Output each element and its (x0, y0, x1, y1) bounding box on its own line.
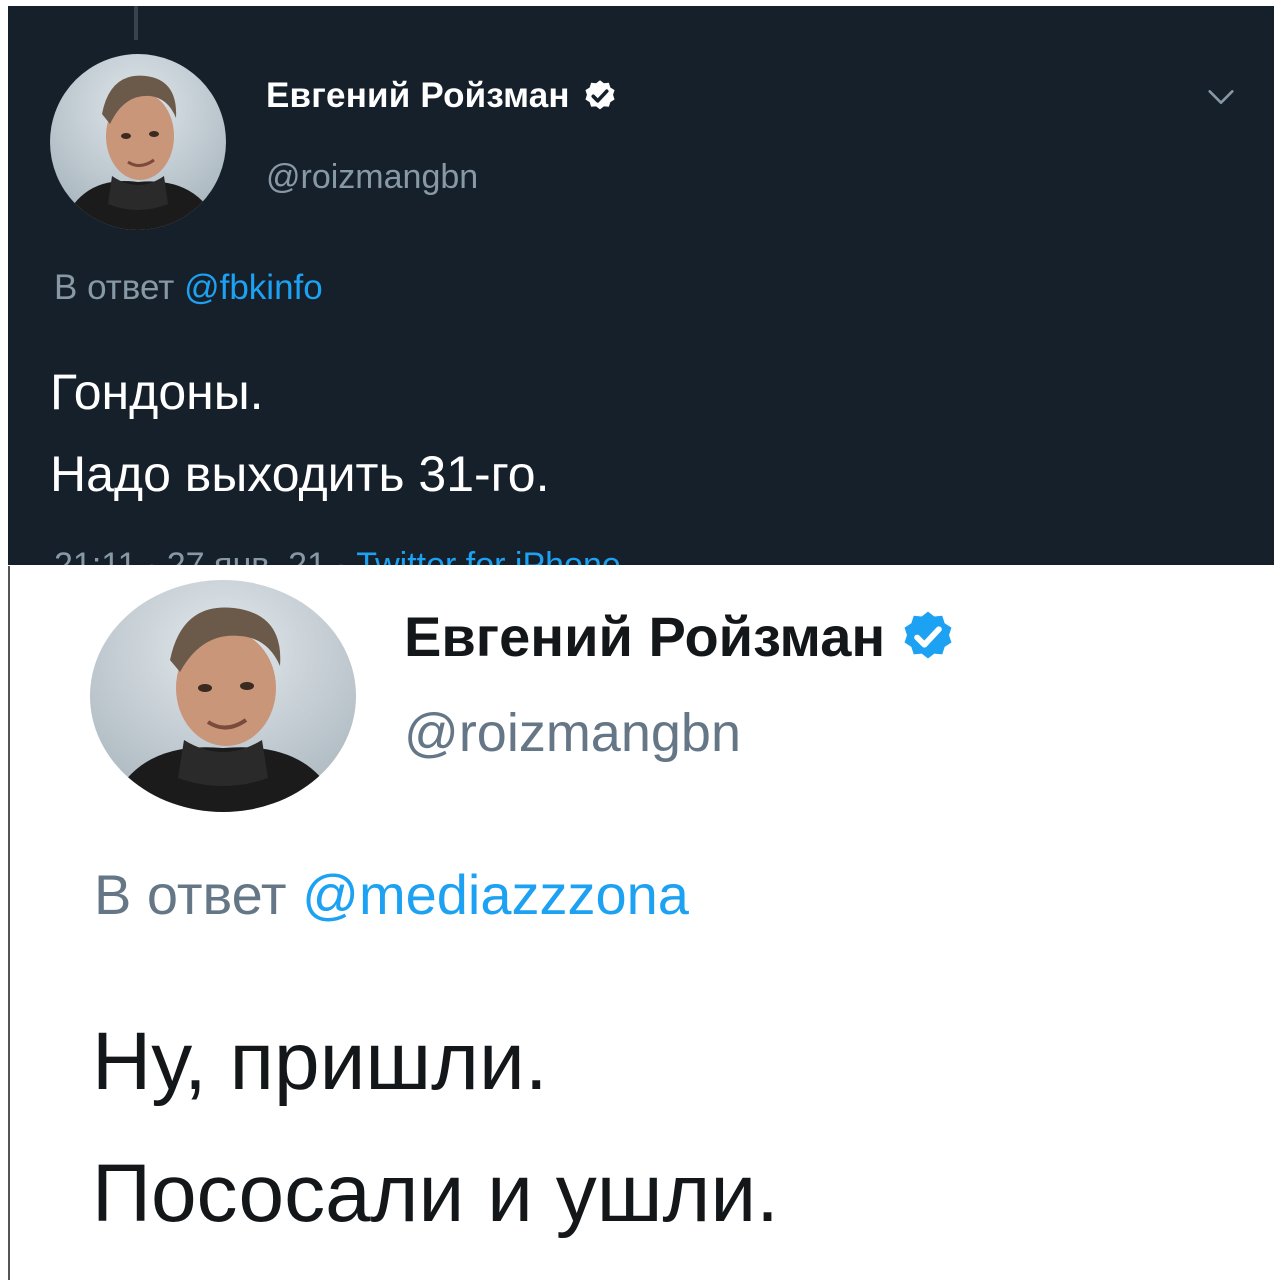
reply-prefix: В ответ (94, 863, 287, 926)
author-name[interactable]: Евгений Ройзман (404, 604, 885, 669)
author-name-row[interactable]: Евгений Ройзман (404, 604, 957, 669)
tweet-text-line: Пососали и ушли. (92, 1148, 779, 1239)
tweet-text: Гондоны. Надо выходить 31-го. (50, 351, 550, 515)
reply-mention-link[interactable]: @mediazzzona (302, 863, 689, 926)
tweet-text-line: Ну, пришли. (92, 1016, 548, 1107)
tweet-text-line: Гондоны. (50, 364, 264, 420)
author-name-row[interactable]: Евгений Ройзман (266, 76, 618, 116)
reply-context: В ответ @fbkinfo (54, 268, 323, 308)
tweet-card-dark: Евгений Ройзман @roizmangbn В ответ @fbk… (8, 6, 1274, 565)
reply-prefix: В ответ (54, 268, 175, 307)
user-photo-icon (90, 580, 356, 812)
tweet-card-light: Евгений Ройзман @roizmangbn В ответ @med… (8, 566, 1274, 1280)
reply-context: В ответ @mediazzzona (94, 862, 689, 927)
chevron-down-icon[interactable] (1204, 80, 1238, 114)
author-handle[interactable]: @roizmangbn (404, 702, 741, 764)
verified-badge-icon (585, 80, 615, 110)
tweet-text-line: Надо выходить 31-го. (50, 446, 550, 502)
author-handle[interactable]: @roizmangbn (266, 158, 478, 197)
tweet-text: Ну, пришли. Пососали и ушли. (92, 996, 779, 1260)
avatar[interactable] (90, 580, 356, 812)
user-photo-icon (50, 54, 226, 230)
author-name[interactable]: Евгений Ройзман (266, 76, 570, 116)
tweet-meta: 21:11 · 27 янв. 21 · Twitter for iPhone (54, 546, 621, 565)
verified-badge-icon (904, 611, 952, 659)
thread-line (134, 6, 138, 40)
tweet-timestamp[interactable]: 21:11 · 27 янв. 21 · (54, 546, 356, 565)
tweet-source-link[interactable]: Twitter for iPhone (356, 546, 621, 565)
reply-mention-link[interactable]: @fbkinfo (184, 268, 323, 307)
avatar[interactable] (50, 54, 226, 230)
divider (8, 566, 10, 1280)
